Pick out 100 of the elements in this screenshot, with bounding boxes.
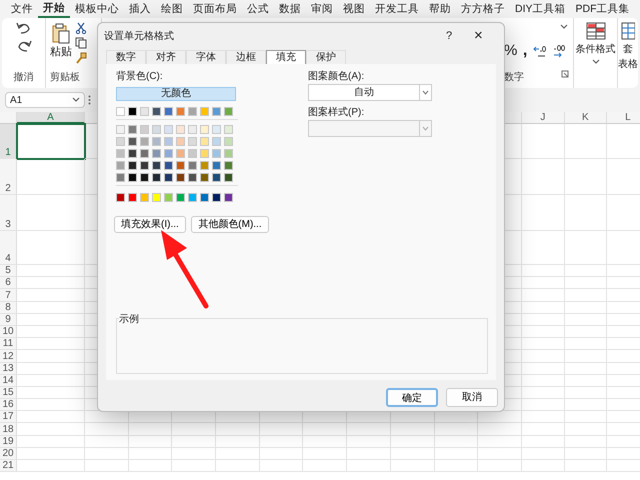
color-swatch[interactable] [176, 124, 185, 134]
spreadsheet-cell[interactable] [17, 159, 85, 195]
spreadsheet-cell[interactable] [17, 411, 85, 424]
spreadsheet-cell[interactable] [216, 460, 260, 472]
column-header[interactable]: K [564, 112, 607, 124]
spreadsheet-cell[interactable] [564, 159, 607, 195]
spreadsheet-cell[interactable] [564, 411, 607, 424]
select-all-corner[interactable] [0, 112, 17, 124]
spreadsheet-cell[interactable] [17, 314, 85, 326]
row-header[interactable]: 12 [0, 350, 17, 362]
spreadsheet-cell[interactable] [522, 265, 565, 278]
spreadsheet-cell[interactable] [17, 460, 85, 472]
color-swatch[interactable] [188, 136, 197, 146]
spreadsheet-cell[interactable] [303, 436, 348, 448]
color-swatch[interactable] [116, 172, 125, 182]
spreadsheet-cell[interactable] [17, 265, 85, 278]
row-header[interactable]: 15 [0, 386, 17, 400]
menu-tab[interactable]: 插入 [124, 2, 156, 16]
decrease-decimal-icon[interactable] [552, 44, 566, 58]
spreadsheet-cell[interactable] [522, 411, 565, 424]
spreadsheet-cell[interactable] [564, 374, 607, 387]
menu-tab[interactable]: 页面布局 [188, 2, 242, 16]
row-header[interactable]: 1 [0, 124, 17, 159]
spreadsheet-cell[interactable] [564, 448, 607, 460]
row-header[interactable]: 7 [0, 289, 17, 302]
color-swatch[interactable] [116, 160, 125, 170]
color-swatch[interactable] [116, 192, 125, 202]
spreadsheet-cell[interactable] [85, 448, 129, 460]
menu-tab[interactable]: 文件 [6, 2, 38, 16]
spreadsheet-cell[interactable] [522, 195, 565, 231]
spreadsheet-cell[interactable] [564, 277, 607, 290]
chevron-down-icon[interactable] [422, 90, 429, 95]
color-swatch[interactable] [140, 136, 149, 146]
spreadsheet-cell[interactable] [17, 436, 85, 448]
menu-tab[interactable]: DIY工具箱 [510, 2, 571, 16]
color-swatch[interactable] [140, 160, 149, 170]
row-header[interactable]: 10 [0, 326, 17, 338]
color-swatch[interactable] [140, 192, 149, 202]
spreadsheet-cell[interactable] [172, 436, 216, 448]
spreadsheet-cell[interactable] [390, 423, 434, 436]
spreadsheet-cell[interactable] [17, 289, 85, 302]
spreadsheet-cell[interactable] [260, 423, 304, 436]
chevron-down-icon[interactable] [592, 59, 600, 65]
color-swatch[interactable] [128, 160, 137, 170]
spreadsheet-cell[interactable] [564, 338, 607, 350]
cancel-button[interactable]: 取消 [446, 388, 498, 407]
color-swatch[interactable] [200, 106, 209, 116]
menu-tab[interactable]: 公式 [242, 2, 274, 16]
color-swatch[interactable] [224, 106, 233, 116]
comma-button[interactable]: , [522, 39, 528, 63]
spreadsheet-cell[interactable] [564, 124, 607, 159]
spreadsheet-cell[interactable] [17, 326, 85, 338]
copy-icon[interactable] [74, 36, 87, 49]
row-header[interactable]: 19 [0, 436, 17, 448]
menu-tab[interactable]: 帮助 [424, 2, 456, 16]
clipboard-icon[interactable] [51, 22, 71, 44]
spreadsheet-cell[interactable] [434, 423, 478, 436]
dialog-tab[interactable]: 数字 [106, 50, 146, 64]
color-swatch[interactable] [128, 148, 137, 158]
menu-tab[interactable]: 开发工具 [370, 2, 424, 16]
spreadsheet-cell[interactable] [303, 423, 348, 436]
spreadsheet-cell[interactable] [522, 374, 565, 387]
color-swatch[interactable] [212, 192, 221, 202]
spreadsheet-cell[interactable] [522, 277, 565, 290]
table-format-button[interactable]: 套 表格 [618, 42, 638, 72]
color-swatch[interactable] [224, 160, 233, 170]
color-swatch[interactable] [164, 160, 173, 170]
spreadsheet-cell[interactable] [390, 448, 434, 460]
spreadsheet-cell[interactable] [564, 302, 607, 314]
color-swatch[interactable] [116, 148, 125, 158]
spreadsheet-cell[interactable] [522, 386, 565, 400]
spreadsheet-cell[interactable] [347, 423, 391, 436]
spreadsheet-cell[interactable] [17, 231, 85, 265]
more-colors-button[interactable]: 其他颜色(M)... [191, 216, 269, 233]
color-swatch[interactable] [176, 192, 185, 202]
row-header[interactable]: 18 [0, 423, 17, 436]
color-swatch[interactable] [128, 192, 137, 202]
spreadsheet-cell[interactable] [522, 302, 565, 314]
spreadsheet-cell[interactable] [128, 448, 172, 460]
spreadsheet-cell[interactable] [522, 362, 565, 375]
spreadsheet-cell[interactable] [522, 448, 565, 460]
menu-tab[interactable]: 方方格子 [456, 2, 510, 16]
spreadsheet-cell[interactable] [128, 423, 172, 436]
name-box[interactable]: A1 [5, 92, 85, 108]
menu-tab[interactable]: 视图 [338, 2, 370, 16]
spreadsheet-cell[interactable] [347, 460, 391, 472]
spreadsheet-cell[interactable] [17, 399, 85, 412]
conditional-format-icon[interactable] [586, 22, 606, 40]
help-button[interactable]: ? [446, 28, 474, 45]
color-swatch[interactable] [176, 160, 185, 170]
color-swatch[interactable] [164, 148, 173, 158]
color-swatch[interactable] [164, 106, 173, 116]
spreadsheet-cell[interactable] [564, 399, 607, 412]
color-swatch[interactable] [212, 124, 221, 134]
spreadsheet-cell[interactable] [390, 436, 434, 448]
spreadsheet-cell[interactable] [216, 448, 260, 460]
color-swatch[interactable] [200, 172, 209, 182]
menu-tab[interactable]: 绘图 [156, 2, 188, 16]
menu-tab[interactable]: 数据 [274, 2, 306, 16]
close-button[interactable]: × [474, 25, 504, 48]
